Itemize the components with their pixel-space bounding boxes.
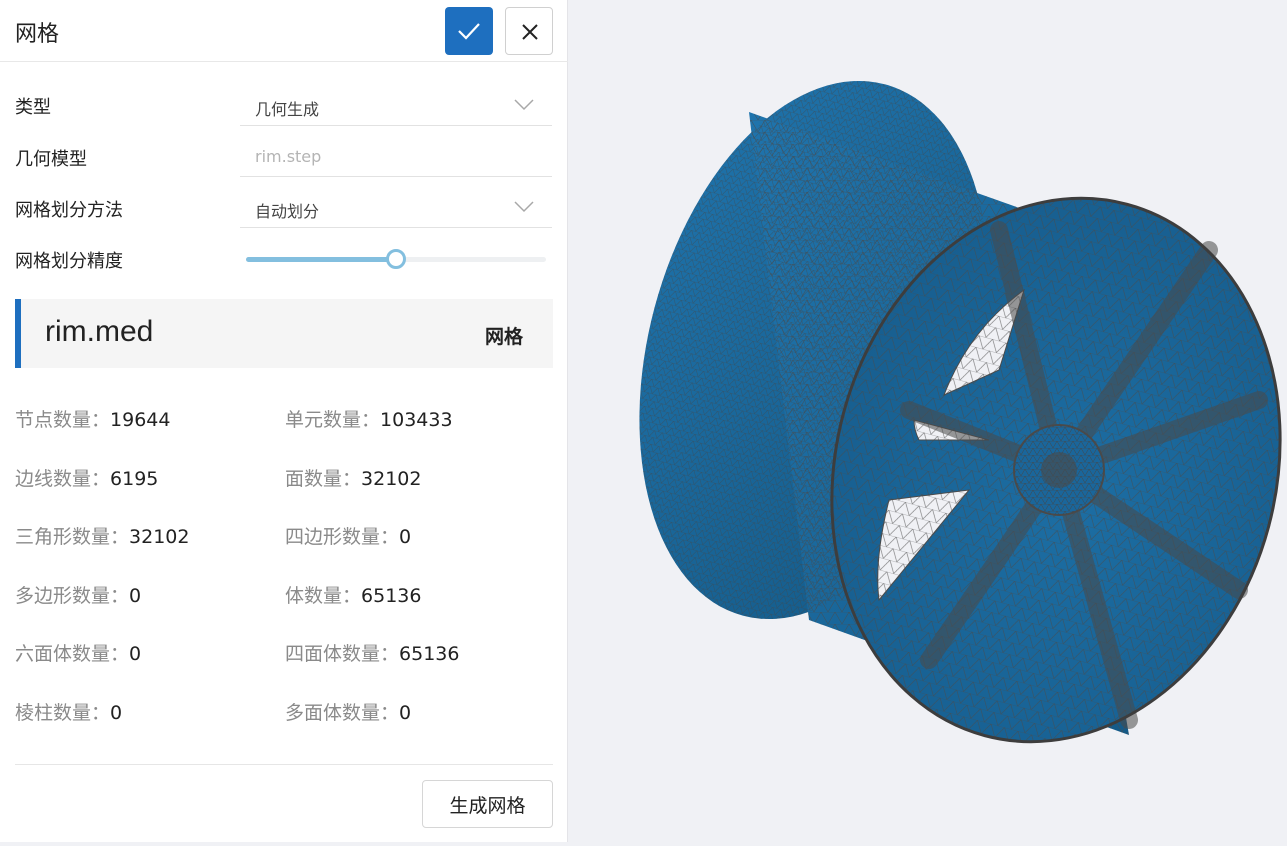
mesh-panel: 网格 类型 几何生成 几何模型 rim.step 网格划分方法 自动划分 网格划… bbox=[0, 0, 568, 842]
stat-label: 多边形数量： bbox=[15, 585, 130, 607]
stat-label: 多面体数量： bbox=[285, 702, 400, 724]
stat-item: 四边形数量：0 bbox=[285, 522, 411, 549]
mesh-file-card: rim.med 网格 bbox=[15, 299, 553, 368]
mesh-file-tag: 网格 bbox=[484, 326, 523, 348]
check-icon bbox=[458, 23, 480, 40]
method-select[interactable]: 自动划分 bbox=[240, 192, 552, 228]
3d-viewport[interactable] bbox=[569, 0, 1287, 842]
stat-value: 103433 bbox=[380, 409, 453, 431]
stat-item: 多面体数量：0 bbox=[285, 698, 411, 725]
close-button[interactable] bbox=[505, 7, 553, 55]
stat-item: 棱柱数量：0 bbox=[15, 698, 122, 725]
stat-value: 65136 bbox=[361, 585, 422, 607]
wheel-mesh-render bbox=[639, 80, 1282, 744]
slider-fill bbox=[246, 257, 396, 262]
geometry-input[interactable]: rim.step bbox=[240, 141, 552, 177]
stat-item: 三角形数量：32102 bbox=[15, 522, 189, 549]
stat-item: 四面体数量：65136 bbox=[285, 639, 459, 666]
stat-label: 棱柱数量： bbox=[15, 702, 111, 724]
stat-item: 体数量：65136 bbox=[285, 581, 421, 608]
stat-value: 0 bbox=[129, 585, 142, 607]
stat-label: 体数量： bbox=[285, 585, 362, 607]
type-value: 几何生成 bbox=[255, 100, 320, 119]
stat-item: 面数量：32102 bbox=[285, 464, 421, 491]
close-icon bbox=[522, 24, 538, 40]
wheel-rim bbox=[639, 80, 1282, 744]
stat-item: 单元数量：103433 bbox=[285, 405, 453, 432]
geometry-label: 几何模型 bbox=[15, 149, 87, 170]
geometry-placeholder: rim.step bbox=[255, 147, 322, 166]
stat-value: 0 bbox=[110, 702, 123, 724]
chevron-down-icon bbox=[514, 99, 534, 111]
slider-thumb[interactable] bbox=[386, 249, 406, 269]
chevron-down-icon bbox=[514, 201, 534, 213]
stat-value: 65136 bbox=[399, 643, 460, 665]
stat-value: 0 bbox=[399, 702, 412, 724]
mesh-file-name: rim.med bbox=[45, 315, 154, 348]
stat-value: 19644 bbox=[110, 409, 171, 431]
panel-title: 网格 bbox=[15, 22, 60, 47]
stat-value: 0 bbox=[399, 526, 412, 548]
stat-label: 六面体数量： bbox=[15, 643, 130, 665]
stat-label: 边线数量： bbox=[15, 468, 111, 490]
panel-header: 网格 bbox=[0, 0, 568, 62]
precision-slider[interactable] bbox=[246, 249, 546, 269]
stat-value: 0 bbox=[129, 643, 142, 665]
stat-value: 32102 bbox=[361, 468, 422, 490]
stat-label: 节点数量： bbox=[15, 409, 111, 431]
stat-item: 节点数量：19644 bbox=[15, 405, 170, 432]
stat-item: 六面体数量：0 bbox=[15, 639, 141, 666]
stat-label: 四面体数量： bbox=[285, 643, 400, 665]
precision-label: 网格划分精度 bbox=[15, 251, 123, 272]
method-label: 网格划分方法 bbox=[15, 200, 123, 221]
method-value: 自动划分 bbox=[255, 202, 320, 221]
generate-mesh-button[interactable]: 生成网格 bbox=[422, 780, 553, 828]
stat-value: 32102 bbox=[129, 526, 190, 548]
stat-label: 三角形数量： bbox=[15, 526, 130, 548]
type-label: 类型 bbox=[15, 97, 51, 118]
stat-item: 边线数量：6195 bbox=[15, 464, 158, 491]
stat-label: 面数量： bbox=[285, 468, 362, 490]
stat-label: 四边形数量： bbox=[285, 526, 400, 548]
confirm-button[interactable] bbox=[445, 7, 493, 55]
divider bbox=[15, 764, 553, 765]
stat-label: 单元数量： bbox=[285, 409, 381, 431]
stat-value: 6195 bbox=[110, 468, 159, 490]
type-select[interactable]: 几何生成 bbox=[240, 90, 552, 126]
stat-item: 多边形数量：0 bbox=[15, 581, 141, 608]
